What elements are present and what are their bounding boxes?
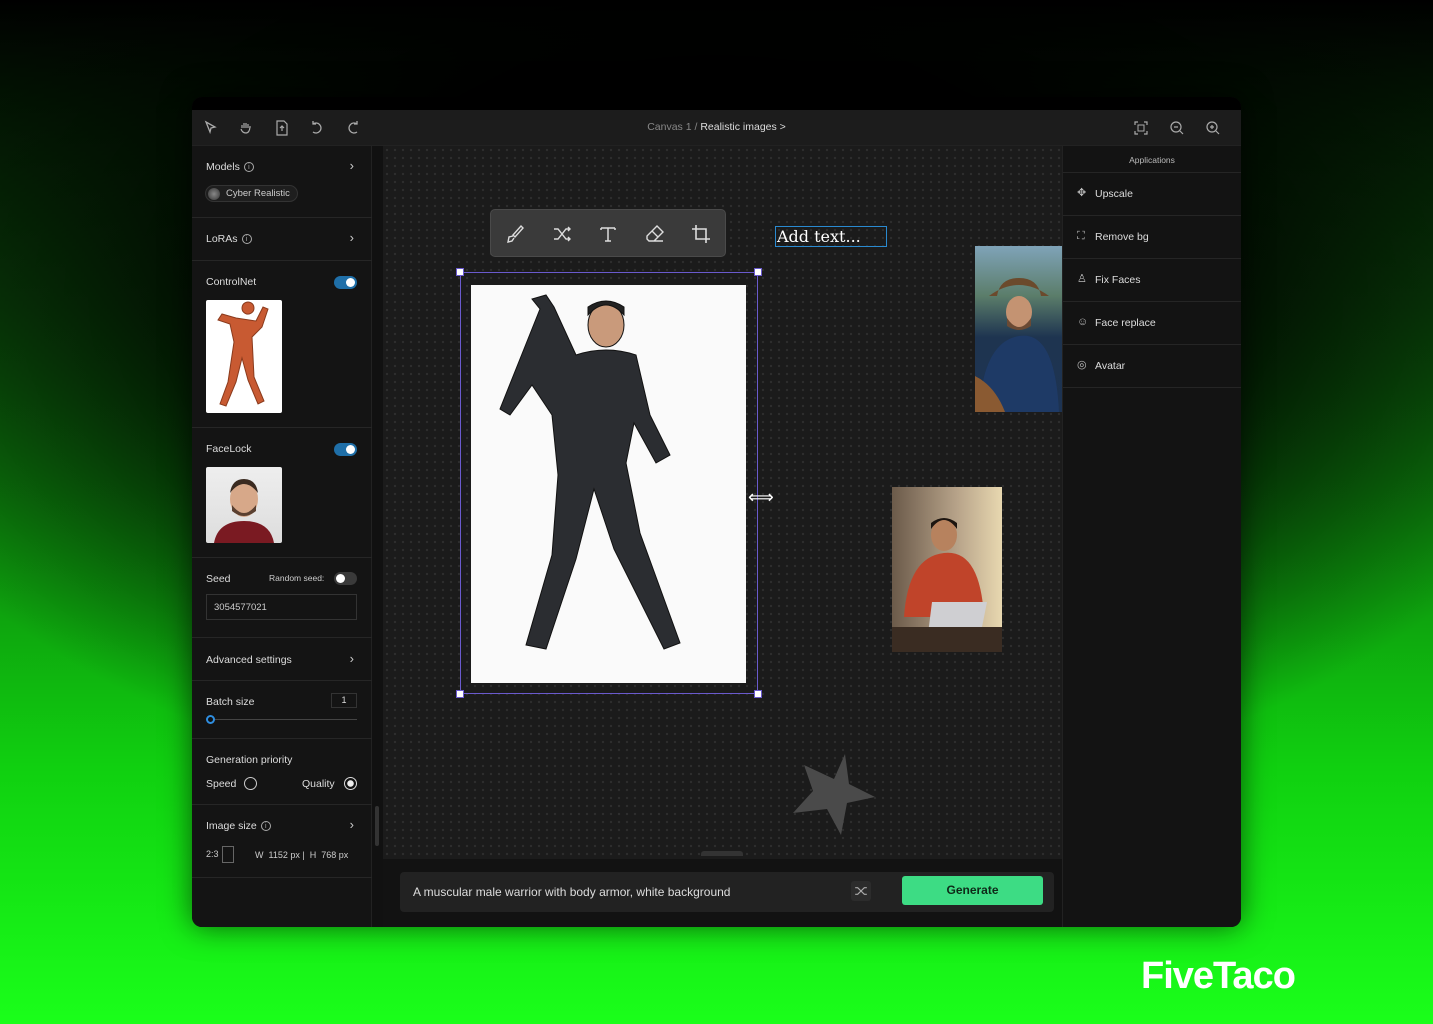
image-size-section: Image size i › 2:3 W 1152 px | H 768 px	[192, 805, 372, 878]
batch-size-input[interactable]: 1	[331, 693, 357, 708]
prompt-bar-area: A muscular male warrior with body armor,…	[383, 859, 1062, 927]
zoom-out-icon[interactable]	[1168, 119, 1186, 137]
app-remove-bg[interactable]: ⛶ Remove bg	[1063, 216, 1241, 259]
loras-section[interactable]: LoRAs i ›	[192, 218, 372, 261]
advanced-settings-label: Advanced settings	[206, 654, 292, 666]
app-upscale[interactable]: ✥ Upscale	[1063, 173, 1241, 216]
seed-input[interactable]: 3054577021	[206, 594, 357, 620]
shuffle-icon[interactable]	[550, 222, 574, 246]
move-arrows-icon: ✥	[1077, 187, 1087, 199]
fit-screen-icon[interactable]	[1132, 119, 1150, 137]
speed-label: Speed	[206, 778, 237, 790]
random-seed-toggle[interactable]	[334, 572, 357, 585]
controlnet-section: ControlNet	[192, 261, 372, 428]
resize-handle[interactable]	[456, 690, 464, 698]
info-icon[interactable]: i	[243, 162, 254, 172]
breadcrumb-current[interactable]: Realistic images >	[700, 121, 786, 133]
info-icon[interactable]: i	[260, 821, 271, 831]
seed-section: Seed Random seed: 3054577021	[192, 558, 372, 638]
eraser-icon[interactable]	[643, 222, 667, 246]
generate-button[interactable]: Generate	[902, 876, 1043, 905]
warrior-image[interactable]	[471, 285, 746, 683]
canvas-area[interactable]: Add text... ⟺	[383, 146, 1062, 859]
app-window: Canvas 1 / Realistic images > Models i › …	[192, 97, 1241, 927]
batch-size-slider-handle[interactable]	[206, 715, 215, 724]
model-chip[interactable]: Cyber Realistic	[205, 185, 298, 202]
avatar-icon: ◎	[1077, 359, 1087, 371]
advanced-settings-section[interactable]: Advanced settings ›	[192, 638, 372, 681]
brush-icon[interactable]	[503, 222, 527, 246]
random-seed-label: Random seed:	[269, 573, 325, 583]
zoom-in-icon[interactable]	[1204, 119, 1222, 137]
person-frame-icon: ⛶	[1077, 230, 1085, 242]
aspect-ratio[interactable]: 2:3	[206, 846, 234, 863]
generation-priority-label: Generation priority	[206, 754, 293, 766]
chevron-right-icon[interactable]: ›	[350, 817, 354, 832]
batch-size-slider-track[interactable]	[208, 719, 357, 720]
smiley-icon: ☺	[1077, 316, 1089, 328]
facelock-image[interactable]	[206, 467, 282, 543]
app-avatar[interactable]: ◎ Avatar	[1063, 345, 1241, 388]
resize-horizontal-cursor-icon: ⟺	[748, 487, 774, 507]
facelock-label: FaceLock	[206, 443, 252, 455]
app-fix-faces[interactable]: ♙ Fix Faces	[1063, 259, 1241, 302]
facelock-section: FaceLock	[192, 428, 372, 558]
resize-handle[interactable]	[456, 268, 464, 276]
fivetaco-logo: FiveTaco	[1141, 955, 1296, 997]
image-dimensions[interactable]: W 1152 px | H 768 px	[255, 850, 348, 860]
image-size-label: Image size	[206, 820, 257, 832]
chevron-right-icon[interactable]: ›	[350, 230, 354, 245]
batch-size-label: Batch size	[206, 696, 255, 708]
face-fix-icon: ♙	[1077, 273, 1087, 285]
resize-handle[interactable]	[754, 690, 762, 698]
left-settings-panel: Models i › Cyber Realistic LoRAs i › Contr…	[192, 146, 372, 927]
crop-icon[interactable]	[689, 222, 713, 246]
resize-handle[interactable]	[754, 268, 762, 276]
text-icon[interactable]	[596, 222, 620, 246]
applications-panel: Applications ✥ Upscale ⛶ Remove bg ♙ Fix Fa…	[1062, 146, 1241, 927]
window-top-strip	[192, 97, 1241, 110]
prompt-bar: A muscular male warrior with body armor,…	[400, 872, 1054, 912]
quality-radio[interactable]	[344, 777, 357, 790]
chevron-right-icon[interactable]: ›	[350, 158, 354, 173]
cowboy-image[interactable]	[975, 246, 1062, 412]
left-panel-scrollbar[interactable]	[375, 806, 379, 846]
seed-label: Seed	[206, 573, 231, 585]
loras-label: LoRAs	[206, 233, 238, 245]
add-text-box[interactable]: Add text...	[775, 226, 887, 247]
top-toolbar: Canvas 1 / Realistic images >	[192, 110, 1241, 146]
applications-title: Applications	[1063, 146, 1241, 173]
ratio-box-icon	[221, 846, 234, 863]
models-label: Models	[206, 161, 240, 173]
man-laptop-image[interactable]	[892, 487, 1002, 652]
star-shape[interactable]	[788, 751, 878, 841]
speed-radio[interactable]	[244, 777, 257, 790]
facelock-toggle[interactable]	[334, 443, 357, 456]
model-name: Cyber Realistic	[226, 188, 290, 199]
breadcrumb[interactable]: Canvas 1 / Realistic images >	[192, 121, 1241, 133]
canvas-tool-palette	[490, 209, 726, 257]
batch-size-section: Batch size 1	[192, 681, 372, 739]
controlnet-image[interactable]	[206, 300, 282, 413]
models-section[interactable]: Models i › Cyber Realistic	[192, 146, 372, 218]
app-face-replace[interactable]: ☺ Face replace	[1063, 302, 1241, 345]
shuffle-prompt-icon[interactable]	[851, 881, 871, 901]
breadcrumb-canvas[interactable]: Canvas 1 /	[647, 121, 697, 133]
controlnet-toggle[interactable]	[334, 276, 357, 289]
prompt-input[interactable]: A muscular male warrior with body armor,…	[413, 885, 730, 899]
quality-label: Quality	[302, 778, 335, 790]
controlnet-label: ControlNet	[206, 276, 257, 288]
chevron-right-icon[interactable]: ›	[350, 651, 354, 666]
canvas-scroll-handle[interactable]	[701, 851, 743, 856]
generation-priority-section: Generation priority Speed Quality	[192, 739, 372, 805]
info-icon[interactable]: i	[241, 234, 252, 244]
model-avatar	[208, 188, 220, 200]
